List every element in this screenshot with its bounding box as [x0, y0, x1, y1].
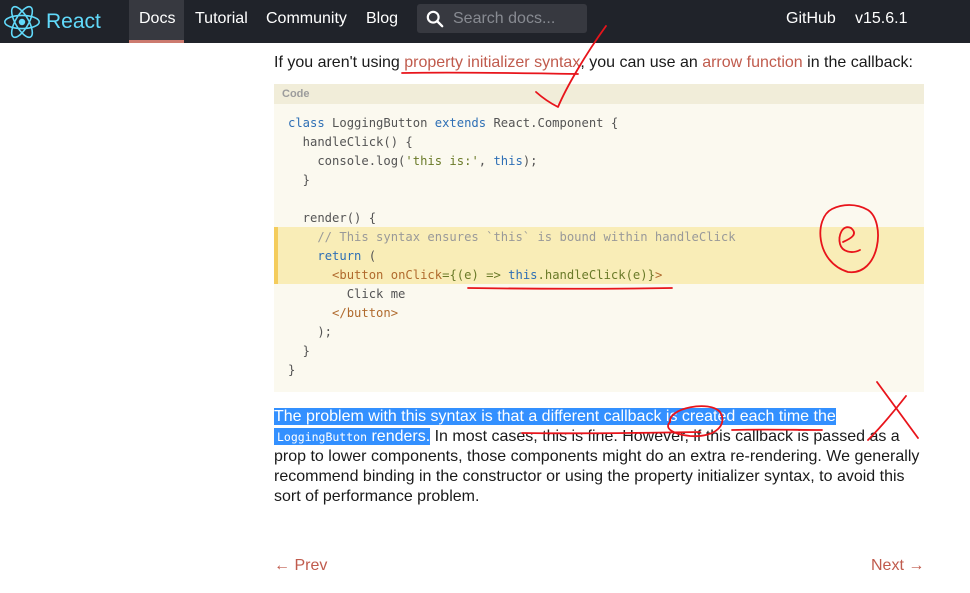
prev-link[interactable]: ← Prev [274, 557, 327, 575]
arrow-function-link[interactable]: arrow function [702, 54, 803, 71]
code-line: render() { [288, 211, 377, 225]
code-line: </button> [332, 306, 399, 320]
code-line: class LoggingButton extends React.Compon… [288, 116, 619, 130]
search-box[interactable] [417, 4, 587, 33]
paragraph-text: In most cases, this is fine. However, if… [430, 428, 900, 445]
search-input[interactable] [453, 9, 583, 28]
code-line: handleClick() { [288, 135, 413, 149]
paragraph-line-2: LoggingButton renders. In most cases, th… [274, 427, 919, 447]
code-line: Click me [288, 287, 406, 301]
code-line: } [288, 344, 311, 358]
code-line: // This syntax ensures `this` is bound w… [288, 230, 736, 244]
code-line: } [288, 173, 311, 187]
code-header: Code [274, 84, 924, 104]
selected-text: The problem with this syntax is that a d… [274, 408, 836, 425]
react-logo-icon [4, 5, 40, 38]
next-link[interactable]: Next → [871, 557, 924, 575]
nav-blog[interactable]: Blog [366, 0, 398, 43]
brand-link[interactable]: React [4, 0, 101, 43]
intro-paragraph: If you aren't using property initializer… [274, 53, 913, 73]
intro-text-middle: , you can use an [580, 54, 703, 71]
nav-version[interactable]: v15.6.1 [855, 0, 907, 43]
nav-docs[interactable]: Docs [129, 0, 184, 43]
paragraph-line-3: prop to lower components, those componen… [274, 448, 920, 465]
code-lines: class LoggingButton extends React.Compon… [288, 114, 736, 380]
search-icon [426, 10, 444, 27]
selected-text-renders: renders. [367, 428, 431, 445]
code-line: } [288, 363, 296, 377]
code-header-label: Code [282, 88, 310, 100]
paragraph-line-4: recommend binding in the constructor or … [274, 468, 905, 485]
nav-github[interactable]: GitHub [786, 0, 836, 43]
paragraph-line-5: sort of performance problem. [274, 488, 480, 505]
intro-text-before: If you aren't using [274, 54, 405, 71]
code-line: <button onClick={(e) => this.handleClick… [332, 268, 663, 282]
brand-name: React [46, 9, 101, 33]
code-line: ); [288, 325, 333, 339]
nav-tutorial[interactable]: Tutorial [195, 0, 248, 43]
logging-button-code: LoggingButton [277, 430, 368, 444]
nav-community[interactable]: Community [266, 0, 347, 43]
intro-text-after: in the callback: [802, 54, 913, 71]
top-nav: React Docs Tutorial Community Blog GitHu… [0, 0, 970, 43]
paragraph-line-1: The problem with this syntax is that a d… [274, 407, 919, 427]
code-line: console.log('this is:', this); [288, 154, 538, 168]
code-line: return ( [317, 249, 377, 263]
property-initializer-link[interactable]: property initializer syntax [404, 54, 580, 71]
explanation-paragraph: The problem with this syntax is that a d… [274, 407, 919, 507]
